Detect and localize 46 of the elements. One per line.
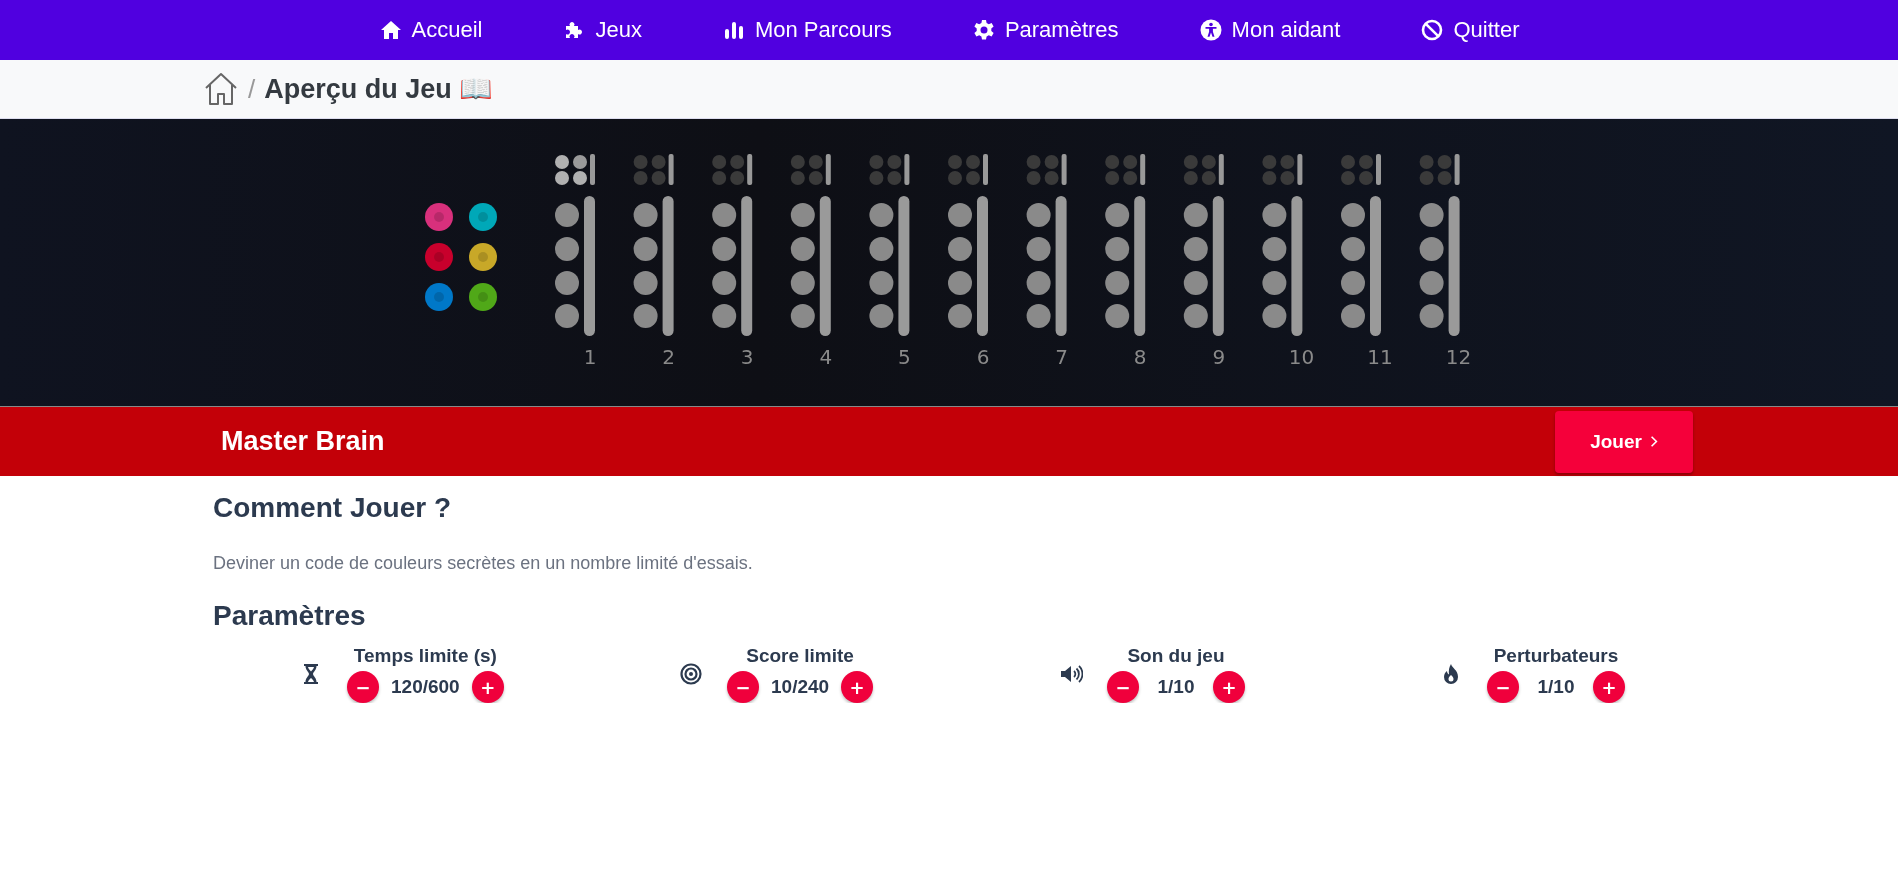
decrease-button[interactable]: − <box>727 671 759 704</box>
setting-value: 120/600 <box>391 676 460 699</box>
row-number: 5 <box>898 345 911 369</box>
setting-label: Temps limite (s) <box>353 645 497 668</box>
section-heading: Paramètres <box>213 599 367 634</box>
game-title: Master Brain <box>221 426 385 457</box>
row-number: 3 <box>740 345 754 369</box>
row-number: 9 <box>1212 345 1226 369</box>
row-number: 11 <box>1367 345 1393 369</box>
decrease-button[interactable]: − <box>347 671 379 704</box>
nav-link[interactable]: Quitter <box>1420 17 1520 43</box>
increase-button[interactable]: + <box>471 671 504 704</box>
nav-link[interactable]: Jeux <box>562 17 642 43</box>
setting-label: Score limite <box>746 645 854 668</box>
row-number: 4 <box>819 345 833 369</box>
row-number: 6 <box>976 345 990 369</box>
play-button[interactable]: Jouer <box>1555 410 1693 473</box>
setting-value: 10/240 <box>771 676 830 699</box>
row-number: 1 <box>583 345 597 369</box>
breadcrumb-separator: / <box>248 73 256 105</box>
accessibility-icon <box>1198 18 1223 42</box>
setting-label: Son du jeu <box>1127 645 1225 668</box>
decrease-button[interactable]: − <box>1107 671 1139 704</box>
setting-value: 1/10 <box>1536 676 1576 699</box>
home-icon[interactable] <box>203 71 239 107</box>
chevron-right-icon <box>1649 435 1658 448</box>
description-text: Deviner un code de couleurs secrètes en un nombre limité d'essais. <box>213 553 754 575</box>
increase-button[interactable]: + <box>1593 671 1625 704</box>
row-number: 10 <box>1288 345 1315 369</box>
row-number: 7 <box>1055 345 1068 369</box>
row-number: 8 <box>1133 345 1147 369</box>
nav-link[interactable]: Mon Parcours <box>721 17 892 43</box>
row-number: 2 <box>662 345 675 369</box>
increase-button[interactable]: + <box>1213 671 1245 704</box>
ban-icon <box>1420 18 1445 42</box>
nav-link[interactable]: Accueil <box>378 17 483 43</box>
section-heading: Comment Jouer ? <box>213 491 453 525</box>
target-icon <box>679 662 703 687</box>
increase-button[interactable]: + <box>841 671 874 704</box>
decrease-button[interactable]: − <box>1487 671 1519 704</box>
nav-link[interactable]: Mon aidant <box>1198 17 1341 43</box>
nav-link[interactable]: Paramètres <box>971 17 1119 43</box>
page-title: Aperçu du Jeu 📖 <box>264 73 494 105</box>
row-number: 12 <box>1445 345 1472 369</box>
setting-label: Perturbateurs <box>1493 645 1619 668</box>
setting-value: 1/10 <box>1156 676 1196 699</box>
